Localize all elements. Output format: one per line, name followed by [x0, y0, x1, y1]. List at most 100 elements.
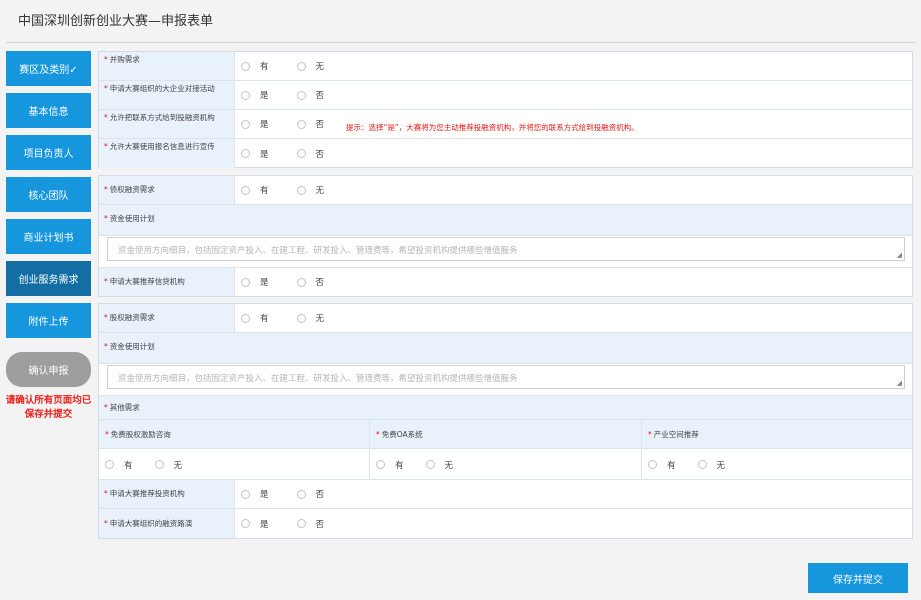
radio-option[interactable]: 否: [296, 518, 324, 530]
radio-option[interactable]: 否: [296, 118, 324, 130]
nav-basic-info[interactable]: 基本信息: [6, 93, 91, 128]
radio-option[interactable]: 有: [241, 312, 269, 324]
form-row: * 资金使用计划: [99, 205, 912, 236]
radio-option[interactable]: 是: [241, 148, 269, 160]
radio-group: 有 无: [376, 450, 475, 479]
radio-option[interactable]: 有: [648, 459, 676, 471]
fund-plan-textarea[interactable]: 资金使用方向细目，包括固定资产投入、在建工程、研发投入、管理费等，希望投资机构提…: [107, 237, 905, 261]
radio-circle[interactable]: [241, 519, 250, 528]
column-label: * 产业空间推荐: [642, 420, 912, 449]
nav-region-category[interactable]: 赛区及类别✓: [6, 51, 91, 86]
radio-circle[interactable]: [296, 90, 306, 100]
radio-circle[interactable]: [241, 149, 250, 158]
radio-group: 有 无: [648, 450, 747, 479]
form-row: * 申请大赛推荐信贷机构 是 否: [99, 267, 912, 296]
radio-option[interactable]: 无: [425, 459, 453, 471]
form-row: * 允许大赛使用报名信息进行宣传 是 否: [99, 139, 912, 168]
form-row: * 允许把联系方式给到投融资机构 是 否 提示：选择“是”，大赛将为您主动推荐投融…: [99, 110, 912, 139]
other-needs-grid: * 免费股权激励咨询 有 无 * 免费OA系统 有 无 * 产业空间推荐 有 无: [99, 420, 912, 480]
field-label: * 资金使用计划: [99, 205, 912, 235]
radio-option[interactable]: 有: [241, 60, 269, 72]
field-label: * 允许大赛使用报名信息进行宣传: [99, 139, 235, 168]
radio-circle[interactable]: [296, 489, 306, 499]
radio-option[interactable]: 无: [296, 184, 324, 196]
confirm-application-button[interactable]: 确认申报: [6, 352, 91, 387]
radio-option[interactable]: 是: [241, 276, 269, 288]
radio-option[interactable]: 是: [241, 518, 269, 530]
radio-group: 是 否: [241, 480, 352, 508]
radio-circle[interactable]: [241, 185, 250, 195]
radio-circle[interactable]: [376, 460, 385, 469]
nav-project-leader[interactable]: 项目负责人: [6, 135, 91, 170]
radio-circle[interactable]: [296, 61, 306, 71]
title-divider: [6, 42, 916, 43]
radio-circle[interactable]: [241, 489, 250, 499]
contact-hint: 提示：选择“是”，大赛将为您主动推荐投融资机构，并将您的联系方式给到投融资机构。: [346, 123, 639, 132]
radio-option[interactable]: 有: [105, 459, 133, 471]
form-row: * 其他需求: [99, 395, 912, 420]
radio-option[interactable]: 无: [697, 459, 725, 471]
radio-option[interactable]: 否: [296, 148, 324, 160]
radio-circle[interactable]: [296, 149, 306, 158]
radio-circle[interactable]: [697, 460, 707, 469]
radio-circle[interactable]: [241, 119, 250, 129]
radio-option[interactable]: 是: [241, 488, 269, 500]
section-debt-financing: * 债权融资需求 有 无 * 资金使用计划 资金使用方向细目，包括固定资产投入、在建…: [98, 175, 913, 297]
field-label: * 资金使用计划: [99, 333, 912, 363]
radio-option[interactable]: 否: [296, 276, 324, 288]
radio-group: 是 否: [241, 268, 352, 296]
radio-circle[interactable]: [296, 313, 306, 323]
column-label: * 免费股权激励咨询: [99, 420, 369, 449]
radio-circle[interactable]: [105, 460, 114, 469]
radio-circle[interactable]: [425, 460, 435, 469]
resize-handle-icon[interactable]: ◢: [897, 379, 902, 387]
radio-circle[interactable]: [241, 313, 250, 323]
form-row: * 申请大赛组织的大企业对接活动 是 否: [99, 81, 912, 110]
radio-group: 是 否: [241, 139, 352, 168]
radio-option[interactable]: 否: [296, 488, 324, 500]
field-label: * 债权融资需求: [99, 176, 235, 204]
radio-circle[interactable]: [296, 119, 306, 129]
radio-group: 是 否: [241, 81, 352, 109]
save-and-submit-button[interactable]: 保存并提交: [808, 563, 908, 593]
field-label: * 并购需求: [99, 52, 235, 80]
nav-startup-service-needs[interactable]: 创业服务需求: [6, 261, 91, 296]
form-row: * 资金使用计划: [99, 333, 912, 364]
radio-option[interactable]: 否: [296, 89, 324, 101]
radio-circle[interactable]: [296, 185, 306, 195]
field-label: * 其他需求: [99, 396, 912, 419]
fund-plan-textarea[interactable]: 资金使用方向细目，包括固定资产投入、在建工程、研发投入、管理费等，希望投资机构提…: [107, 365, 905, 389]
radio-option[interactable]: 无: [296, 60, 324, 72]
radio-circle[interactable]: [648, 460, 657, 469]
radio-circle[interactable]: [241, 277, 250, 287]
radio-group: 有 无: [241, 304, 352, 332]
field-label: * 申请大赛组织的融资路演: [99, 509, 235, 538]
form-row: * 并购需求 有 无: [99, 52, 912, 81]
resize-handle-icon[interactable]: ◢: [897, 251, 902, 259]
field-label: * 申请大赛推荐信贷机构: [99, 268, 235, 296]
nav-core-team[interactable]: 核心团队: [6, 177, 91, 212]
radio-option[interactable]: 无: [154, 459, 182, 471]
radio-circle[interactable]: [296, 277, 306, 287]
other-need-column: * 免费OA系统 有 无: [370, 420, 642, 479]
radio-circle[interactable]: [241, 61, 250, 71]
field-label: * 股权融资需求: [99, 304, 235, 332]
other-need-column: * 免费股权激励咨询 有 无: [99, 420, 370, 479]
other-need-column: * 产业空间推荐 有 无: [642, 420, 912, 479]
field-label: * 允许把联系方式给到投融资机构: [99, 110, 235, 138]
nav-attachment-upload[interactable]: 附件上传: [6, 303, 91, 338]
field-label: * 申请大赛推荐投资机构: [99, 480, 235, 508]
section-general-needs: * 并购需求 有 无 * 申请大赛组织的大企业对接活动 是 否 * 允许把联系方式给到…: [98, 51, 913, 168]
radio-circle[interactable]: [241, 90, 250, 100]
radio-circle[interactable]: [154, 460, 164, 469]
radio-option[interactable]: 无: [296, 312, 324, 324]
radio-option[interactable]: 是: [241, 89, 269, 101]
radio-circle[interactable]: [296, 519, 306, 528]
nav-business-plan[interactable]: 商业计划书: [6, 219, 91, 254]
radio-group: 是 否: [241, 509, 352, 538]
radio-option[interactable]: 有: [241, 184, 269, 196]
radio-option[interactable]: 是: [241, 118, 269, 130]
radio-group: 有 无: [241, 52, 352, 80]
radio-option[interactable]: 有: [376, 459, 404, 471]
section-equity-financing: * 股权融资需求 有 无 * 资金使用计划 资金使用方向细目，包括固定资产投入、在建…: [98, 303, 913, 539]
